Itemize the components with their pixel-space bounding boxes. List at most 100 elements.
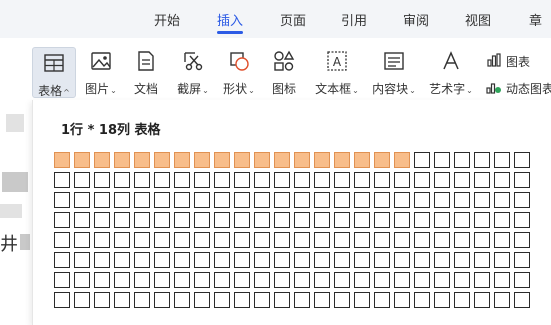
table-grid-cell[interactable] (514, 292, 530, 308)
table-grid-cell[interactable] (114, 172, 130, 188)
document-canvas[interactable]: 井 (0, 100, 32, 325)
table-grid-cell[interactable] (394, 192, 410, 208)
table-grid-cell[interactable] (174, 252, 190, 268)
table-grid-cell[interactable] (414, 192, 430, 208)
table-grid-cell[interactable] (54, 172, 70, 188)
table-grid-cell[interactable] (194, 152, 210, 168)
table-grid-cell[interactable] (74, 152, 90, 168)
table-grid-cell[interactable] (214, 152, 230, 168)
table-grid-cell[interactable] (474, 152, 490, 168)
table-grid-cell[interactable] (214, 292, 230, 308)
table-grid-cell[interactable] (434, 152, 450, 168)
table-grid-cell[interactable] (514, 192, 530, 208)
table-grid-cell[interactable] (474, 292, 490, 308)
table-grid-cell[interactable] (214, 172, 230, 188)
picture-button[interactable]: 图片⌄ (80, 46, 122, 98)
table-grid-cell[interactable] (374, 272, 390, 288)
table-grid-cell[interactable] (234, 212, 250, 228)
table-grid-cell[interactable] (454, 172, 470, 188)
tab-insert[interactable]: 插入 (217, 10, 243, 30)
table-grid-cell[interactable] (174, 172, 190, 188)
table-grid-cell[interactable] (314, 212, 330, 228)
table-grid-cell[interactable] (134, 212, 150, 228)
table-grid-cell[interactable] (274, 292, 290, 308)
table-grid-cell[interactable] (354, 212, 370, 228)
table-grid-cell[interactable] (54, 152, 70, 168)
table-grid-cell[interactable] (114, 192, 130, 208)
table-grid-cell[interactable] (354, 192, 370, 208)
shape-button[interactable]: 形状⌄ (218, 46, 260, 98)
table-grid-cell[interactable] (134, 292, 150, 308)
table-grid-cell[interactable] (434, 272, 450, 288)
table-grid-cell[interactable] (474, 192, 490, 208)
table-grid-cell[interactable] (154, 232, 170, 248)
table-grid-cell[interactable] (114, 252, 130, 268)
table-grid-cell[interactable] (334, 192, 350, 208)
table-grid-cell[interactable] (394, 212, 410, 228)
table-grid-cell[interactable] (114, 232, 130, 248)
table-grid-cell[interactable] (134, 172, 150, 188)
table-grid-cell[interactable] (274, 172, 290, 188)
table-grid-cell[interactable] (94, 232, 110, 248)
table-grid-cell[interactable] (414, 292, 430, 308)
table-grid-cell[interactable] (194, 172, 210, 188)
table-grid-cell[interactable] (174, 192, 190, 208)
table-grid-cell[interactable] (334, 152, 350, 168)
table-grid-cell[interactable] (54, 272, 70, 288)
icon-library-button[interactable]: 图标 (266, 46, 302, 98)
table-grid-cell[interactable] (74, 232, 90, 248)
table-grid-cell[interactable] (254, 292, 270, 308)
table-grid-cell[interactable] (274, 152, 290, 168)
table-grid-cell[interactable] (214, 232, 230, 248)
table-grid-cell[interactable] (174, 152, 190, 168)
table-grid-cell[interactable] (514, 232, 530, 248)
table-grid-cell[interactable] (374, 232, 390, 248)
table-grid-cell[interactable] (134, 232, 150, 248)
table-grid-cell[interactable] (294, 212, 310, 228)
table-grid-cell[interactable] (354, 252, 370, 268)
table-grid-cell[interactable] (74, 192, 90, 208)
table-grid-cell[interactable] (194, 192, 210, 208)
table-grid-cell[interactable] (194, 252, 210, 268)
table-grid-cell[interactable] (174, 292, 190, 308)
table-grid-cell[interactable] (394, 252, 410, 268)
table-grid-cell[interactable] (494, 152, 510, 168)
table-grid-cell[interactable] (414, 172, 430, 188)
table-grid-cell[interactable] (474, 272, 490, 288)
table-grid-cell[interactable] (194, 232, 210, 248)
table-grid-cell[interactable] (474, 172, 490, 188)
table-grid-cell[interactable] (454, 232, 470, 248)
table-grid-cell[interactable] (514, 252, 530, 268)
table-grid-cell[interactable] (154, 252, 170, 268)
table-grid-cell[interactable] (314, 152, 330, 168)
table-grid-cell[interactable] (94, 292, 110, 308)
table-grid-cell[interactable] (494, 232, 510, 248)
table-button[interactable]: 表格^ (32, 47, 76, 98)
table-grid-cell[interactable] (434, 252, 450, 268)
table-grid-cell[interactable] (254, 212, 270, 228)
table-grid-cell[interactable] (274, 252, 290, 268)
table-grid-cell[interactable] (374, 292, 390, 308)
tab-view[interactable]: 视图 (465, 10, 491, 30)
tab-references[interactable]: 引用 (341, 10, 367, 30)
table-grid-cell[interactable] (54, 192, 70, 208)
table-grid-cell[interactable] (254, 152, 270, 168)
table-grid-cell[interactable] (354, 232, 370, 248)
table-grid-cell[interactable] (374, 152, 390, 168)
table-grid-cell[interactable] (494, 172, 510, 188)
table-grid-cell[interactable] (54, 292, 70, 308)
table-grid-cell[interactable] (154, 212, 170, 228)
table-grid-cell[interactable] (354, 172, 370, 188)
table-grid-cell[interactable] (334, 232, 350, 248)
table-grid-cell[interactable] (234, 232, 250, 248)
table-grid-cell[interactable] (374, 172, 390, 188)
table-grid-cell[interactable] (134, 252, 150, 268)
table-grid-cell[interactable] (454, 192, 470, 208)
table-grid-cell[interactable] (394, 292, 410, 308)
table-grid-cell[interactable] (314, 172, 330, 188)
table-grid-cell[interactable] (254, 252, 270, 268)
table-grid-cell[interactable] (494, 272, 510, 288)
table-grid-cell[interactable] (314, 192, 330, 208)
table-grid-cell[interactable] (394, 172, 410, 188)
table-grid-cell[interactable] (514, 212, 530, 228)
